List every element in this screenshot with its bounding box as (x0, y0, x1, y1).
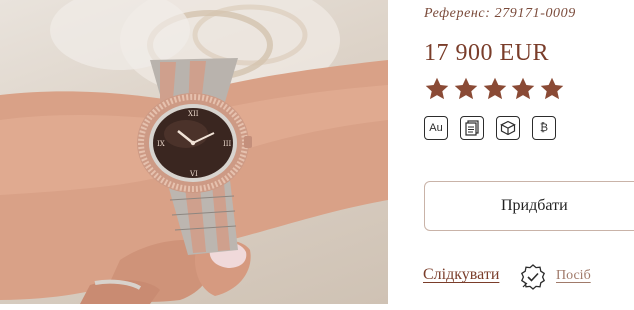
product-price: 17 900 EUR (424, 40, 549, 66)
svg-text:VI: VI (189, 170, 198, 178)
svg-text:III: III (223, 140, 232, 148)
gold-au-badge-icon: Au (424, 116, 448, 140)
star-icon (424, 76, 450, 102)
svg-text:XII: XII (188, 110, 199, 118)
documents-icon (460, 116, 484, 140)
buy-button[interactable]: Придбати (424, 181, 634, 231)
feature-badges: Au ₿ (424, 116, 556, 140)
product-reference: Референс: 279171-0009 (424, 6, 576, 21)
bitcoin-icon: ₿ (532, 116, 556, 140)
star-icon (453, 76, 479, 102)
more-info-link[interactable]: Посіб (556, 268, 591, 284)
svg-text:IX: IX (157, 140, 165, 148)
box-icon (496, 116, 520, 140)
star-icon (482, 76, 508, 102)
gold-au-label: Au (429, 122, 443, 134)
bitcoin-label: ₿ (539, 122, 549, 134)
rating-stars (424, 76, 568, 102)
star-icon (510, 76, 536, 102)
verified-check-icon (520, 264, 546, 290)
product-photo: XII III VI IX (0, 0, 388, 304)
star-icon (539, 76, 565, 102)
follow-link[interactable]: Слідкувати (423, 266, 499, 284)
